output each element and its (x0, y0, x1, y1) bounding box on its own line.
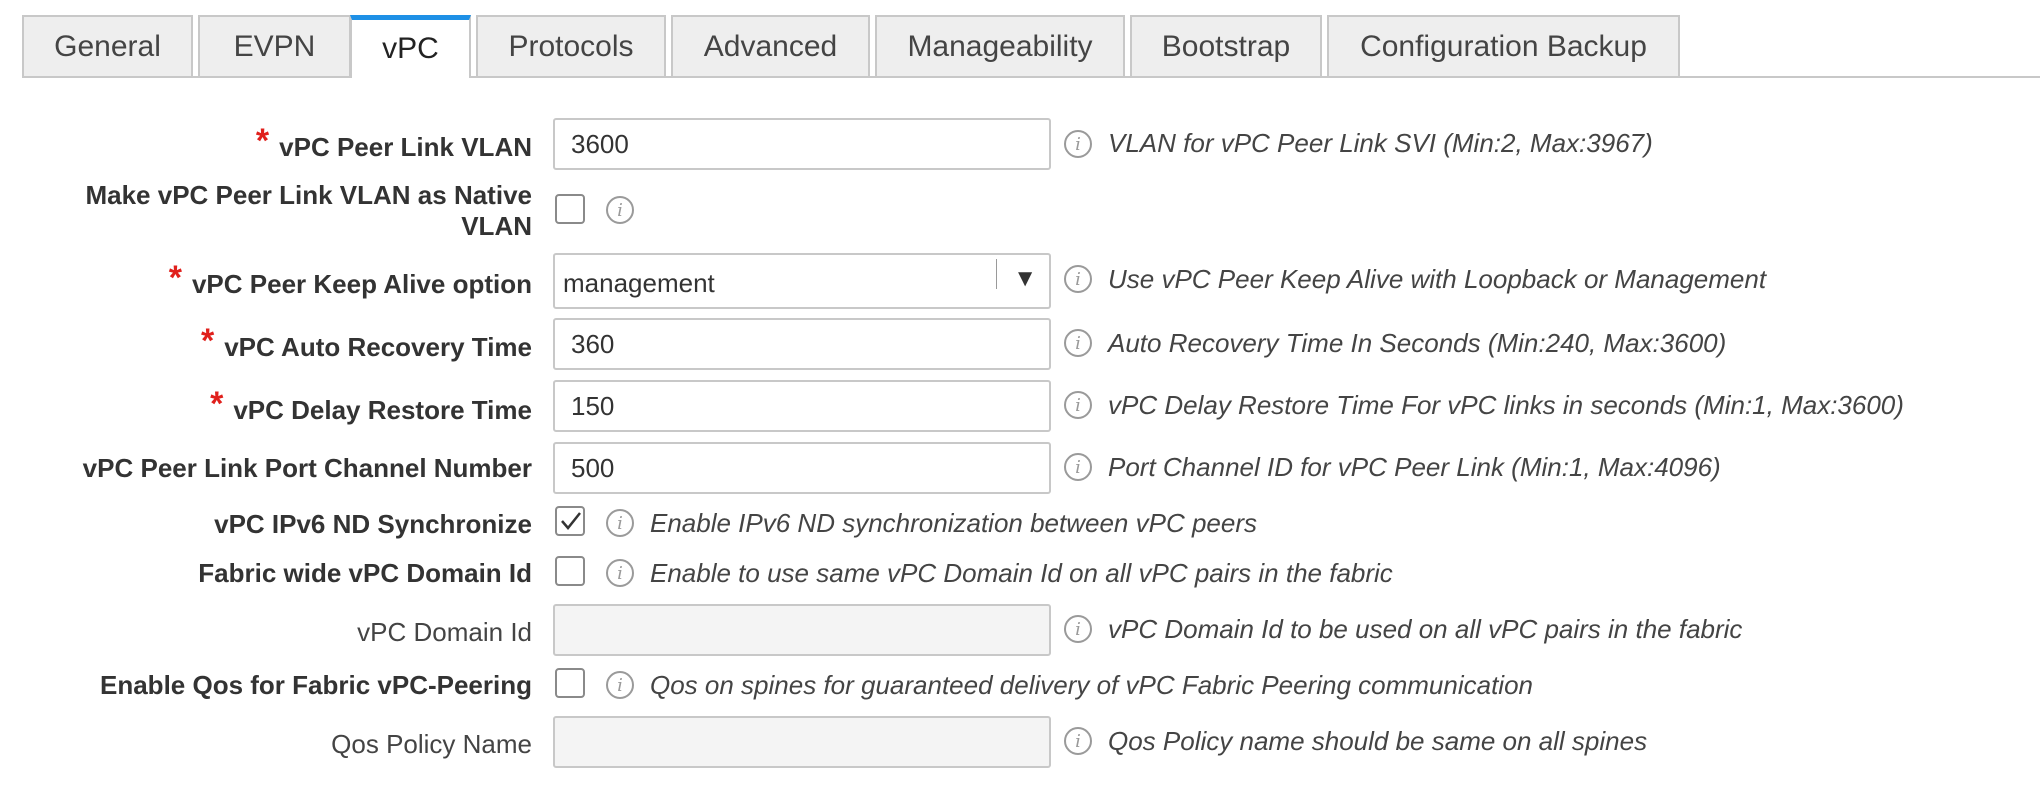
tab-evpn[interactable]: EVPN (198, 15, 351, 76)
required-marker: * (255, 122, 270, 160)
peer-link-vlan-label: * vPC Peer Link VLAN (255, 122, 532, 162)
native-vlan-checkbox[interactable] (555, 194, 585, 224)
delay-restore-label: * vPC Delay Restore Time (210, 385, 532, 425)
port-channel-label: vPC Peer Link Port Channel Number (82, 453, 532, 483)
peer-link-vlan-help: VLAN for vPC Peer Link SVI (Min:2, Max:3… (1108, 128, 1653, 158)
info-icon: i (606, 559, 634, 587)
info-icon: i (1064, 130, 1092, 158)
tab-vpc[interactable]: vPC (350, 15, 471, 78)
qos-policy-label: Qos Policy Name (331, 729, 532, 759)
auto-recovery-help: Auto Recovery Time In Seconds (Min:240, … (1108, 328, 1727, 358)
tab-protocols[interactable]: Protocols (476, 15, 666, 76)
tab-bar: General EVPN vPC Protocols Advanced Mana… (0, 0, 2040, 78)
auto-recovery-input[interactable] (553, 318, 1051, 370)
keep-alive-label: * vPC Peer Keep Alive option (168, 259, 532, 299)
info-icon: i (606, 196, 634, 224)
qos-enable-label: Enable Qos for Fabric vPC-Peering (100, 670, 532, 700)
triangle-down-icon[interactable]: ▼ (1013, 265, 1037, 293)
native-vlan-label: Make vPC Peer Link VLAN as Native VLAN (85, 180, 532, 241)
tab-advanced[interactable]: Advanced (671, 15, 870, 76)
info-icon: i (1064, 265, 1092, 293)
tab-manageability[interactable]: Manageability (875, 15, 1125, 76)
required-marker: * (210, 385, 224, 423)
ipv6-nd-checkbox[interactable] (555, 506, 585, 536)
info-icon: i (1064, 453, 1092, 481)
domain-id-label: vPC Domain Id (357, 617, 532, 647)
keep-alive-select[interactable]: management ▼ (553, 253, 1051, 309)
peer-link-vlan-input[interactable] (553, 118, 1051, 170)
info-icon: i (1064, 727, 1092, 755)
keep-alive-help: Use vPC Peer Keep Alive with Loopback or… (1108, 264, 1767, 294)
delay-restore-input[interactable] (553, 380, 1051, 432)
tab-bootstrap[interactable]: Bootstrap (1130, 15, 1322, 76)
fabric-domain-checkbox[interactable] (555, 556, 585, 586)
qos-policy-help: Qos Policy name should be same on all sp… (1108, 726, 1648, 756)
delay-restore-help: vPC Delay Restore Time For vPC links in … (1108, 390, 1904, 420)
domain-id-help: vPC Domain Id to be used on all vPC pair… (1108, 614, 1743, 644)
domain-id-input[interactable] (553, 604, 1051, 656)
ipv6-nd-help: Enable IPv6 ND synchronization between v… (650, 508, 1257, 538)
qos-enable-help: Qos on spines for guaranteed delivery of… (650, 670, 1533, 700)
info-icon: i (606, 509, 634, 537)
fabric-domain-label: Fabric wide vPC Domain Id (198, 558, 532, 588)
checkmark-icon (561, 512, 581, 530)
tab-general[interactable]: General (22, 15, 193, 76)
select-divider (996, 259, 997, 289)
port-channel-help: Port Channel ID for vPC Peer Link (Min:1… (1108, 452, 1721, 482)
required-marker: * (200, 322, 215, 360)
info-icon: i (1064, 329, 1092, 357)
tab-underline (22, 76, 2040, 78)
qos-enable-checkbox[interactable] (555, 668, 585, 698)
port-channel-input[interactable] (553, 442, 1051, 494)
qos-policy-input[interactable] (553, 716, 1051, 768)
required-marker: * (168, 259, 182, 297)
tab-configuration-backup[interactable]: Configuration Backup (1327, 15, 1680, 76)
ipv6-nd-label: vPC IPv6 ND Synchronize (214, 509, 532, 539)
info-icon: i (606, 671, 634, 699)
fabric-domain-help: Enable to use same vPC Domain Id on all … (650, 558, 1393, 588)
auto-recovery-label: * vPC Auto Recovery Time (200, 322, 532, 362)
info-icon: i (1064, 615, 1092, 643)
keep-alive-value: management (563, 268, 715, 298)
info-icon: i (1064, 391, 1092, 419)
